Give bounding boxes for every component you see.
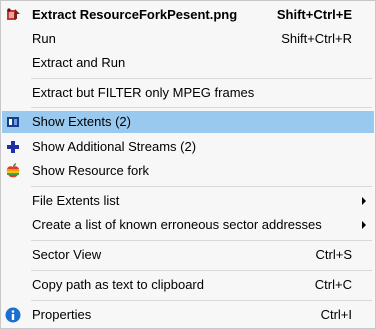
menu-separator (31, 78, 372, 79)
menu-item-label: Sector View (32, 247, 102, 262)
apple-icon (5, 163, 21, 179)
menu-item-shortcut: Shift+Ctrl+R (281, 31, 352, 46)
extract-icon (5, 7, 21, 23)
menu-separator (31, 240, 372, 241)
menu-item-copy-path[interactable]: Copy path as text to clipboard Ctrl+C (2, 274, 374, 296)
info-icon (5, 307, 21, 323)
menu-separator (31, 270, 372, 271)
menu-item-label: Extract ResourceForkPesent.png (32, 7, 238, 22)
menu-item-show-resource-fork[interactable]: Show Resource fork (2, 160, 374, 182)
menu-item-label: Show Additional Streams (2) (32, 139, 197, 154)
menu-item-shortcut: Shift+Ctrl+E (276, 7, 352, 22)
menu-separator (31, 186, 372, 187)
menu-separator (31, 300, 372, 301)
menu-item-label: Properties (32, 307, 92, 322)
menu-item-extract[interactable]: Extract ResourceForkPesent.png Shift+Ctr… (2, 4, 374, 26)
menu-item-sector-view[interactable]: Sector View Ctrl+S (2, 244, 374, 266)
menu-item-show-additional-streams[interactable]: Show Additional Streams (2) (2, 136, 374, 158)
menu-item-shortcut: Ctrl+C (314, 277, 352, 292)
menu-item-label: Copy path as text to clipboard (32, 277, 204, 292)
submenu-arrow-icon (362, 197, 366, 205)
menu-item-label: Show Extents (2) (32, 114, 131, 129)
menu-item-run[interactable]: Run Shift+Ctrl+R (2, 28, 374, 50)
submenu-arrow-icon (362, 221, 366, 229)
plus-icon (5, 139, 21, 155)
menu-item-label: Extract but FILTER only MPEG frames (32, 85, 255, 100)
menu-item-file-extents-list[interactable]: File Extents list (2, 190, 374, 212)
menu-item-extract-filter-mpeg[interactable]: Extract but FILTER only MPEG frames (2, 82, 374, 104)
menu-item-label: Show Resource fork (32, 163, 150, 178)
menu-item-label: File Extents list (32, 193, 120, 208)
context-menu: Extract ResourceForkPesent.png Shift+Ctr… (0, 0, 376, 329)
menu-item-extract-and-run[interactable]: Extract and Run (2, 52, 374, 74)
menu-item-show-extents[interactable]: Show Extents (2) (2, 111, 374, 133)
menu-item-shortcut: Ctrl+S (315, 247, 352, 262)
extents-icon (5, 114, 21, 130)
menu-item-label: Run (32, 31, 56, 46)
menu-item-label: Extract and Run (32, 55, 126, 70)
menu-item-properties[interactable]: Properties Ctrl+I (2, 304, 374, 326)
menu-separator (31, 107, 372, 108)
menu-item-create-erroneous-list[interactable]: Create a list of known erroneous sector … (2, 214, 374, 236)
menu-item-label: Create a list of known erroneous sector … (32, 217, 322, 232)
menu-item-shortcut: Ctrl+I (320, 307, 352, 322)
